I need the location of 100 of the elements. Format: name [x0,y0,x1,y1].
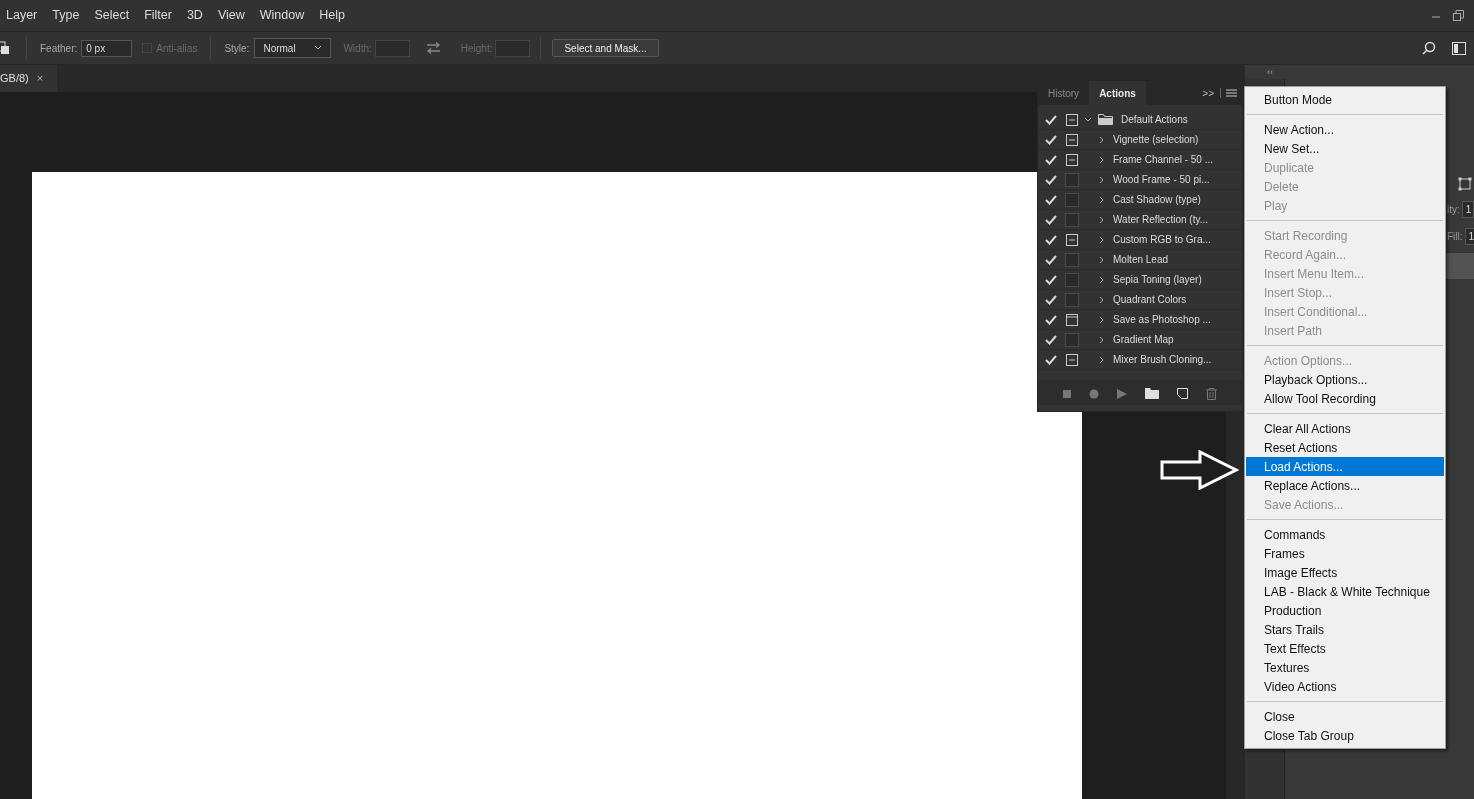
dialog-toggle[interactable] [1065,332,1079,347]
menu-item[interactable]: View [217,6,245,25]
menu-item[interactable]: Filter [144,6,172,25]
search-icon[interactable] [1422,41,1436,55]
action-name[interactable]: Molten Lead [1113,252,1169,267]
play-icon[interactable] [1117,388,1127,399]
height-field[interactable] [495,39,531,57]
document-tab[interactable]: GB/8) × [0,65,57,92]
action-name[interactable]: Water Reflection (ty... [1113,212,1209,227]
action-name[interactable]: Custom RGB to Gra... [1113,232,1211,247]
menu-item[interactable]: Window [259,6,305,25]
selection-mode-icon[interactable] [0,41,10,55]
action-name[interactable]: Wood Frame - 50 pi... [1113,172,1210,187]
menu-option[interactable]: LAB - Black & White Technique [1246,582,1444,601]
action-name[interactable]: Mixer Brush Cloning... [1113,352,1212,367]
check-icon [1045,234,1057,245]
chevron-right-icon[interactable] [1098,335,1106,344]
action-name[interactable]: Sepia Toning (layer) [1113,272,1202,287]
workspace-icon[interactable] [1452,41,1466,55]
close-tab-button[interactable]: × [36,70,44,87]
menu-option[interactable]: Clear All Actions [1246,419,1444,438]
dialog-toggle[interactable] [1065,212,1079,227]
chevron-right-icon[interactable] [1098,255,1106,264]
transform-icon[interactable] [1458,177,1472,191]
menu-item[interactable]: Type [52,6,80,25]
chevron-right-icon[interactable] [1098,155,1106,164]
menu-option[interactable]: Commands [1246,525,1444,544]
menu-option[interactable]: Close Tab Group [1246,726,1444,745]
action-set-name[interactable]: Default Actions [1121,112,1188,127]
menu-option[interactable]: Image Effects [1246,563,1444,582]
opacity-label: ity: [1447,203,1460,217]
check-icon [1045,334,1057,345]
dialog-toggle-icon[interactable] [1066,313,1078,326]
action-name[interactable]: Save as Photoshop ... [1113,312,1211,327]
dialog-toggle[interactable] [1065,252,1079,267]
menu-option[interactable]: Replace Actions... [1246,476,1444,495]
action-name[interactable]: Vignette (selection) [1113,132,1199,147]
menu-option[interactable]: Button Mode [1246,90,1444,109]
action-name[interactable]: Gradient Map [1113,332,1174,347]
width-field[interactable] [374,39,410,57]
menu-option[interactable]: Reset Actions [1246,438,1444,457]
dialog-toggle[interactable] [1065,292,1079,307]
action-name[interactable]: Quadrant Colors [1113,292,1187,307]
chevron-right-icon[interactable] [1098,215,1106,224]
collapse-panels-button[interactable]: ‹‹ [1267,67,1273,77]
menu-option[interactable]: Close [1246,707,1444,726]
chevron-right-icon[interactable] [1098,135,1106,144]
menu-item[interactable]: 3D [186,6,203,25]
chevron-right-icon[interactable] [1098,275,1106,284]
check-icon [1045,354,1057,365]
feather-field[interactable]: 0 px [81,39,133,57]
menu-item[interactable]: Select [94,6,130,25]
check-icon [1045,274,1057,285]
menu-item[interactable]: Help [319,6,345,25]
panel-tab[interactable]: Actions [1089,81,1146,105]
restore-icon[interactable] [1453,10,1464,21]
menu-option[interactable]: Load Actions... [1246,457,1444,476]
menu-option[interactable]: New Action... [1246,120,1444,139]
record-icon[interactable] [1089,388,1099,399]
chevron-right-icon[interactable] [1098,175,1106,184]
panel-tab[interactable]: History [1038,81,1090,105]
chevron-right-icon[interactable] [1098,195,1106,204]
dialog-toggle[interactable] [1065,272,1079,287]
opacity-field[interactable]: 1 [1461,201,1474,218]
expand-panel-button[interactable]: >> [1202,85,1214,101]
check-icon [1045,214,1057,225]
style-dropdown[interactable]: Normal [254,38,332,58]
menu-option[interactable]: Playback Options... [1246,370,1444,389]
dialog-toggle-icon[interactable] [1066,133,1078,146]
chevron-right-icon[interactable] [1098,235,1106,244]
menu-option[interactable]: New Set... [1246,139,1444,158]
new-action-icon[interactable] [1177,388,1188,399]
menu-option[interactable]: Stars Trails [1246,620,1444,639]
menu-option[interactable]: Video Actions [1246,677,1444,696]
menu-option[interactable]: Production [1246,601,1444,620]
menu-option[interactable]: Textures [1246,658,1444,677]
dialog-toggle-icon[interactable] [1066,153,1078,166]
dialog-toggle[interactable] [1065,172,1079,187]
menu-option[interactable]: Frames [1246,544,1444,563]
menu-option[interactable]: Allow Tool Recording [1246,389,1444,408]
select-and-mask-button[interactable]: Select and Mask... [552,39,659,57]
chevron-right-icon[interactable] [1098,295,1106,304]
trash-icon[interactable] [1206,387,1217,400]
chevron-down-icon[interactable] [1084,115,1092,124]
feather-label: Feather: [40,41,78,56]
dialog-toggle[interactable] [1065,192,1079,207]
fill-field[interactable]: 1 [1464,228,1474,245]
swap-icon[interactable] [425,42,441,54]
action-name[interactable]: Cast Shadow (type) [1113,192,1201,207]
folder-icon[interactable] [1145,388,1159,399]
stop-icon[interactable] [1063,389,1071,398]
action-name[interactable]: Frame Channel - 50 ... [1113,152,1214,167]
menu-item[interactable]: Layer [6,6,38,25]
dialog-toggle-icon[interactable] [1066,353,1078,366]
chevron-right-icon[interactable] [1098,315,1106,324]
chevron-right-icon[interactable] [1098,355,1106,364]
dialog-toggle-icon[interactable] [1066,233,1078,246]
menu-icon[interactable] [1226,89,1237,97]
dialog-toggle-icon[interactable] [1066,113,1078,126]
menu-option[interactable]: Text Effects [1246,639,1444,658]
